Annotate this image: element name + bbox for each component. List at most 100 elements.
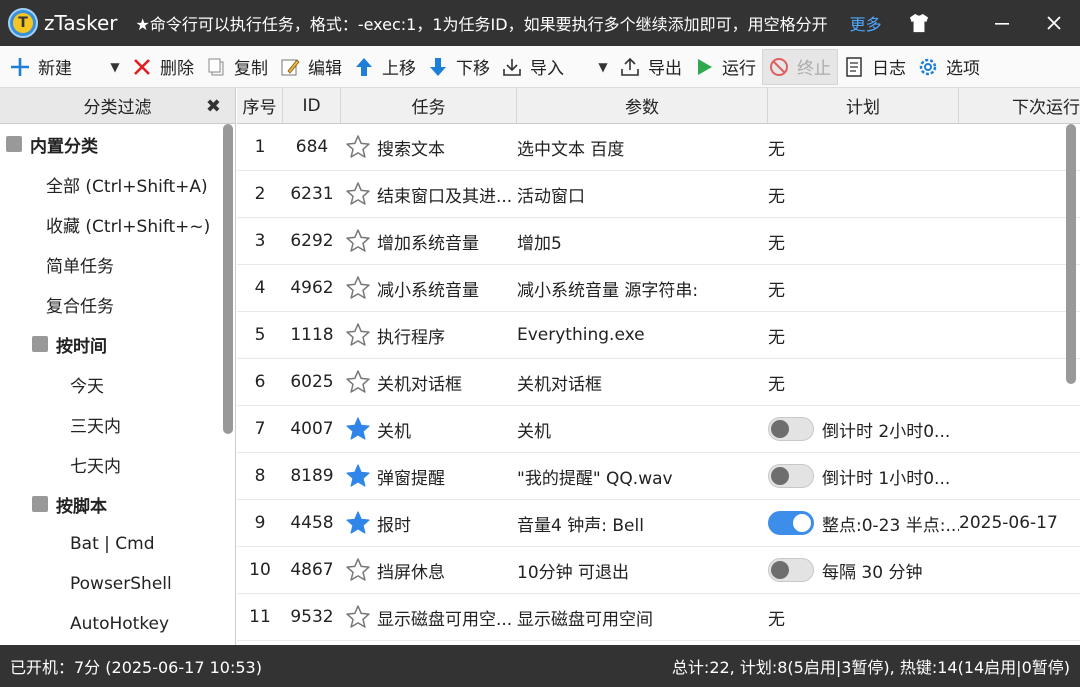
table-row[interactable]: 4 4962 减小系统音量 减小系统音量 源字符串: 无 bbox=[237, 265, 1080, 312]
tree-group-by-script[interactable]: 按脚本 bbox=[0, 484, 235, 524]
column-header-index[interactable]: 序号 bbox=[237, 88, 283, 123]
row-plan-cell: 无 bbox=[768, 276, 959, 301]
tree-item-favorites[interactable]: 收藏 (Ctrl+Shift+~) bbox=[0, 204, 235, 244]
close-window-button[interactable] bbox=[1028, 0, 1080, 46]
table-row[interactable]: 3 6292 增加系统音量 增加5 无 bbox=[237, 218, 1080, 265]
plan-enable-toggle[interactable] bbox=[768, 511, 814, 535]
collapse-square-icon[interactable] bbox=[32, 336, 48, 352]
new-dropdown-button[interactable]: ▼ bbox=[104, 60, 126, 74]
row-plan-cell: 倒计时 2小时0... bbox=[768, 417, 959, 442]
table-row[interactable]: 10 4867 挡屏休息 10分钟 可退出 每隔 30 分钟 bbox=[237, 547, 1080, 594]
tree-group-builtin[interactable]: 内置分类 bbox=[0, 124, 235, 164]
row-task-cell: 减小系统音量 bbox=[341, 275, 517, 301]
log-document-icon bbox=[844, 56, 864, 77]
tree-item-powershell[interactable]: PowserShell bbox=[0, 564, 235, 604]
row-task-id: 4007 bbox=[290, 419, 334, 439]
row-next-run: 2025-06-17 bbox=[959, 513, 1058, 533]
tree-item-today[interactable]: 今天 bbox=[0, 364, 235, 404]
more-link[interactable]: 更多 bbox=[850, 11, 882, 35]
table-row[interactable]: 1 684 搜索文本 选中文本 百度 无 bbox=[237, 124, 1080, 171]
plan-enable-toggle[interactable] bbox=[768, 558, 814, 582]
favorite-star-icon[interactable] bbox=[345, 181, 371, 207]
delete-button[interactable]: 删除 bbox=[126, 49, 200, 85]
row-task-name: 增加系统音量 bbox=[377, 233, 479, 254]
copy-button[interactable]: 复制 bbox=[200, 49, 274, 85]
favorite-star-icon[interactable] bbox=[345, 275, 371, 301]
plan-text: 无 bbox=[768, 609, 785, 630]
close-filter-icon[interactable]: ✖ bbox=[206, 96, 221, 117]
plan-text: 无 bbox=[768, 280, 785, 301]
favorite-star-icon[interactable] bbox=[345, 134, 371, 160]
column-header-id[interactable]: ID bbox=[283, 88, 341, 123]
row-params: 选中文本 百度 bbox=[517, 139, 625, 160]
column-header-params[interactable]: 参数 bbox=[517, 88, 768, 123]
favorite-star-icon[interactable] bbox=[345, 322, 371, 348]
run-button[interactable]: 运行 bbox=[688, 49, 762, 85]
table-row[interactable]: 11 9532 显示磁盘可用空... 显示磁盘可用空间 无 bbox=[237, 594, 1080, 641]
row-task-id: 6231 bbox=[290, 184, 334, 204]
log-button[interactable]: 日志 bbox=[838, 49, 912, 85]
delete-x-icon bbox=[132, 57, 152, 77]
toolbar: 新建 ▼ 删除 复制 编辑 上移 下移 导入 ▼ 导出 运行 终止 日志 选项 bbox=[0, 46, 1080, 88]
table-row[interactable]: 8 8189 弹窗提醒 "我的提醒" QQ.wav 倒计时 1小时0... bbox=[237, 453, 1080, 500]
export-button[interactable]: 导出 bbox=[614, 49, 688, 85]
row-task-id: 4458 bbox=[290, 513, 334, 533]
favorite-star-filled-icon[interactable] bbox=[345, 510, 371, 536]
table-row[interactable]: 2 6231 结束窗口及其进... 活动窗口 无 bbox=[237, 171, 1080, 218]
table-row[interactable]: 9 4458 报时 音量4 钟声: Bell 整点:0-23 半点:... 2025-06… bbox=[237, 500, 1080, 547]
new-button[interactable]: 新建 bbox=[0, 49, 78, 85]
options-button[interactable]: 选项 bbox=[912, 49, 986, 85]
column-header-task[interactable]: 任务 bbox=[341, 88, 517, 123]
skin-shirt-icon[interactable] bbox=[908, 13, 930, 33]
table-row[interactable]: 7 4007 关机 关机 倒计时 2小时0... bbox=[237, 406, 1080, 453]
row-task-cell: 增加系统音量 bbox=[341, 228, 517, 254]
row-task-name: 挡屏休息 bbox=[377, 562, 445, 583]
title-bar: T zTasker ★命令行可以执行任务，格式：-exec:1，1为任务ID，如… bbox=[0, 0, 1080, 46]
favorite-star-filled-icon[interactable] bbox=[345, 463, 371, 489]
table-scrollbar[interactable] bbox=[1066, 124, 1076, 384]
sidebar-scrollbar[interactable] bbox=[223, 124, 233, 434]
minimize-button[interactable] bbox=[976, 0, 1028, 46]
table-row[interactable]: 6 6025 关机对话框 关机对话框 无 bbox=[237, 359, 1080, 406]
tree-item-autohotkey[interactable]: AutoHotkey bbox=[0, 604, 235, 644]
move-down-button[interactable]: 下移 bbox=[422, 49, 496, 85]
row-task-id: 1118 bbox=[290, 325, 334, 345]
tree-group-by-time[interactable]: 按时间 bbox=[0, 324, 235, 364]
table-row[interactable]: 5 1118 执行程序 Everything.exe 无 bbox=[237, 312, 1080, 359]
collapse-square-icon[interactable] bbox=[32, 496, 48, 512]
row-task-cell: 结束窗口及其进... bbox=[341, 181, 517, 207]
tree-item-all[interactable]: 全部 (Ctrl+Shift+A) bbox=[0, 164, 235, 204]
uptime-status: 已开机：7分 (2025-06-17 10:53) bbox=[10, 658, 262, 677]
row-task-id: 4962 bbox=[290, 278, 334, 298]
row-plan-cell: 每隔 30 分钟 bbox=[768, 558, 959, 583]
column-header-plan[interactable]: 计划 bbox=[768, 88, 959, 123]
tree-item-bat-cmd[interactable]: Bat | Cmd bbox=[0, 524, 235, 564]
plan-text: 无 bbox=[768, 233, 785, 254]
import-dropdown-button[interactable]: ▼ bbox=[592, 60, 614, 74]
move-up-button[interactable]: 上移 bbox=[348, 49, 422, 85]
favorite-star-icon[interactable] bbox=[345, 557, 371, 583]
row-params: "我的提醒" QQ.wav bbox=[517, 468, 673, 489]
collapse-square-icon[interactable] bbox=[6, 136, 22, 152]
plan-enable-toggle[interactable] bbox=[768, 417, 814, 441]
task-summary-status: 总计:22, 计划:8(5启用|3暂停), 热键:14(14启用|0暂停) bbox=[671, 658, 1070, 677]
category-filter-title: 分类过滤 bbox=[83, 98, 152, 118]
stop-button[interactable]: 终止 bbox=[762, 48, 838, 85]
row-plan-cell: 无 bbox=[768, 229, 959, 254]
favorite-star-icon[interactable] bbox=[345, 369, 371, 395]
tree-item-simple-tasks[interactable]: 简单任务 bbox=[0, 244, 235, 284]
import-button[interactable]: 导入 bbox=[496, 49, 570, 85]
stop-prohibited-icon bbox=[769, 57, 789, 77]
plan-enable-toggle[interactable] bbox=[768, 464, 814, 488]
favorite-star-icon[interactable] bbox=[345, 604, 371, 630]
row-params: 10分钟 可退出 bbox=[517, 562, 630, 583]
edit-button[interactable]: 编辑 bbox=[274, 49, 348, 85]
plan-text: 无 bbox=[768, 186, 785, 207]
column-header-next-run[interactable]: 下次运行 bbox=[959, 88, 1080, 123]
tree-item-composite-tasks[interactable]: 复合任务 bbox=[0, 284, 235, 324]
favorite-star-filled-icon[interactable] bbox=[345, 416, 371, 442]
tree-item-three-days[interactable]: 三天内 bbox=[0, 404, 235, 444]
row-task-cell: 关机 bbox=[341, 416, 517, 442]
tree-item-seven-days[interactable]: 七天内 bbox=[0, 444, 235, 484]
favorite-star-icon[interactable] bbox=[345, 228, 371, 254]
